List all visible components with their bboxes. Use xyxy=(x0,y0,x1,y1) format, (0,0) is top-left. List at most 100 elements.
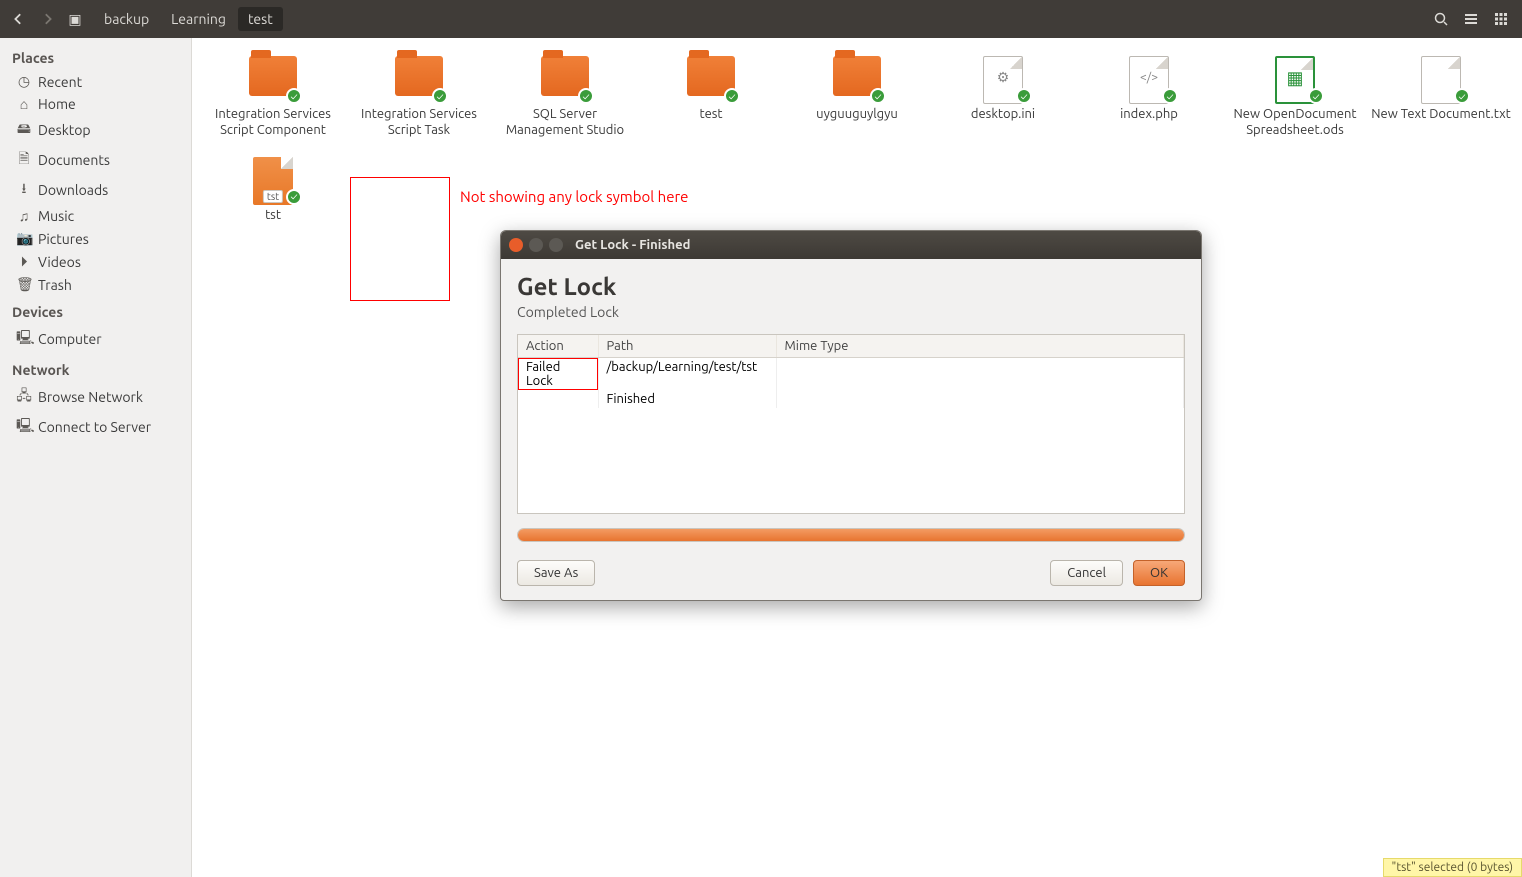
sidebar-item-trash[interactable]: 🗑Trash xyxy=(0,273,191,296)
dialog-subtitle: Completed Lock xyxy=(517,304,1185,320)
file-manager-toolbar: ▣ backup Learning test xyxy=(0,0,1522,38)
breadcrumb-learning[interactable]: Learning xyxy=(161,7,236,31)
sidebar-item-videos[interactable]: ⏵ Videos xyxy=(0,250,191,273)
col-path[interactable]: Path xyxy=(598,335,776,358)
sidebar-item-label: Pictures xyxy=(38,231,89,247)
sidebar-item-home[interactable]: ⌂ Home xyxy=(0,93,191,115)
dialog-heading: Get Lock xyxy=(517,273,1185,300)
sync-ok-icon: ✓ xyxy=(870,88,886,104)
sidebar-item-label: Videos xyxy=(38,254,81,270)
drive-icon[interactable]: ▣ xyxy=(62,6,88,32)
sync-ok-icon: ✓ xyxy=(578,88,594,104)
pictures-icon: 📷 xyxy=(16,230,32,247)
file-grid: ✓ Integration Services Script Component ✓ I… xyxy=(200,52,1514,237)
sync-ok-icon: ✓ xyxy=(432,88,448,104)
maximize-icon[interactable] xyxy=(549,238,563,252)
col-mime[interactable]: Mime Type xyxy=(776,335,1184,358)
computer-icon: 🖳 xyxy=(16,327,32,351)
table-row[interactable]: Failed Lock /backup/Learning/test/tst xyxy=(518,358,1184,391)
dialog-title-text: Get Lock - Finished xyxy=(575,238,690,252)
sync-ok-icon: ✓ xyxy=(724,88,740,104)
sync-ok-icon: ✓ xyxy=(286,88,302,104)
sidebar-item-label: Music xyxy=(38,208,74,224)
sidebar-item-pictures[interactable]: 📷 Pictures xyxy=(0,227,191,250)
file-label: Integration Services Script Component xyxy=(202,106,344,139)
server-icon: 🖳 xyxy=(16,415,32,439)
file-item[interactable]: ✓ New OpenDocument Spreadsheet.ods xyxy=(1222,52,1368,143)
sync-ok-icon: ✓ xyxy=(1162,88,1178,104)
file-item[interactable]: ✓ Integration Services Script Component xyxy=(200,52,346,143)
dialog-result-list[interactable]: Action Path Mime Type Failed Lock /backu… xyxy=(517,334,1185,514)
breadcrumb-backup[interactable]: backup xyxy=(94,7,159,31)
file-item[interactable]: ✓ SQL Server Management Studio xyxy=(492,52,638,143)
cell-action: Failed Lock xyxy=(518,358,598,391)
file-item[interactable]: ✓ Integration Services Script Task xyxy=(346,52,492,143)
file-item[interactable]: ✓desktop.ini xyxy=(930,52,1076,143)
file-item[interactable]: ✓New Text Document.txt xyxy=(1368,52,1514,143)
status-bar: "tst" selected (0 bytes) xyxy=(1383,858,1522,877)
videos-icon: ⏵ xyxy=(16,253,32,270)
sidebar-item-label: Documents xyxy=(38,152,110,168)
desktop-icon: 🖴 xyxy=(16,118,32,142)
sidebar-item-recent[interactable]: ◷ Recent xyxy=(0,70,191,93)
cancel-button[interactable]: Cancel xyxy=(1050,560,1123,586)
file-label: New Text Document.txt xyxy=(1370,106,1512,122)
sidebar-item-downloads[interactable]: ⭳Downloads xyxy=(0,175,191,205)
sidebar-heading-devices: Devices xyxy=(0,296,191,324)
sync-ok-icon: ✓ xyxy=(1308,88,1324,104)
home-icon: ⌂ xyxy=(16,96,32,112)
get-lock-dialog: Get Lock - Finished Get Lock Completed L… xyxy=(500,230,1202,601)
file-item[interactable]: tst✓tst xyxy=(200,153,346,227)
file-label: tst xyxy=(202,207,344,223)
close-icon[interactable] xyxy=(509,238,523,252)
sidebar-item-label: Browse Network xyxy=(38,389,143,405)
save-as-button[interactable]: Save As xyxy=(517,560,595,586)
file-label: SQL Server Management Studio xyxy=(494,106,636,139)
file-item[interactable]: ✓ test xyxy=(638,52,784,143)
minimize-icon[interactable] xyxy=(529,238,543,252)
breadcrumb: backup Learning test xyxy=(94,7,283,31)
ok-button[interactable]: OK xyxy=(1133,560,1185,586)
forward-button[interactable] xyxy=(34,6,60,32)
cell-mime xyxy=(776,390,1184,408)
file-item[interactable]: ✓ index.php xyxy=(1076,52,1222,143)
dialog-titlebar[interactable]: Get Lock - Finished xyxy=(501,231,1201,259)
file-item[interactable]: ✓ uyguuguylgyu xyxy=(784,52,930,143)
file-label: New OpenDocument Spreadsheet.ods xyxy=(1224,106,1366,139)
sidebar-item-desktop[interactable]: 🖴 Desktop xyxy=(0,115,191,145)
sidebar-item-connect-server[interactable]: 🖳 Connect to Server xyxy=(0,412,191,442)
view-menu-icon[interactable] xyxy=(1458,6,1484,32)
grid-icon[interactable] xyxy=(1488,6,1514,32)
cell-action xyxy=(518,390,598,408)
file-label: uyguuguylgyu xyxy=(786,106,928,122)
sidebar-item-documents[interactable]: 🗎Documents xyxy=(0,145,191,175)
search-icon[interactable] xyxy=(1428,6,1454,32)
network-icon: 🖧 xyxy=(16,385,32,409)
sidebar: Places ◷ Recent ⌂ Home 🖴 Desktop 🗎Documents… xyxy=(0,38,192,877)
table-row[interactable]: Finished xyxy=(518,390,1184,408)
sidebar-item-music[interactable]: ♫ Music xyxy=(0,205,191,227)
sidebar-heading-places: Places xyxy=(0,42,191,70)
sidebar-item-label: Desktop xyxy=(38,122,91,138)
col-action[interactable]: Action xyxy=(518,335,598,358)
sidebar-item-label: Home xyxy=(38,96,76,112)
cell-path: Finished xyxy=(598,390,776,408)
progress-bar xyxy=(517,528,1185,542)
file-label: test xyxy=(640,106,782,122)
file-label: Integration Services Script Task xyxy=(348,106,490,139)
breadcrumb-test[interactable]: test xyxy=(238,7,283,31)
sidebar-item-computer[interactable]: 🖳 Computer xyxy=(0,324,191,354)
music-icon: ♫ xyxy=(16,208,32,224)
trash-icon: 🗑 xyxy=(16,276,32,293)
sidebar-item-label: Downloads xyxy=(38,182,108,198)
sidebar-item-browse-network[interactable]: 🖧 Browse Network xyxy=(0,382,191,412)
file-label: index.php xyxy=(1078,106,1220,122)
sidebar-item-label: Connect to Server xyxy=(38,419,151,435)
sync-ok-icon: ✓ xyxy=(286,189,302,205)
clock-icon: ◷ xyxy=(16,73,32,90)
file-label: desktop.ini xyxy=(932,106,1074,122)
sidebar-item-label: Recent xyxy=(38,74,82,90)
back-button[interactable] xyxy=(6,6,32,32)
cell-path: /backup/Learning/test/tst xyxy=(598,358,776,391)
sidebar-item-label: Computer xyxy=(38,331,102,347)
